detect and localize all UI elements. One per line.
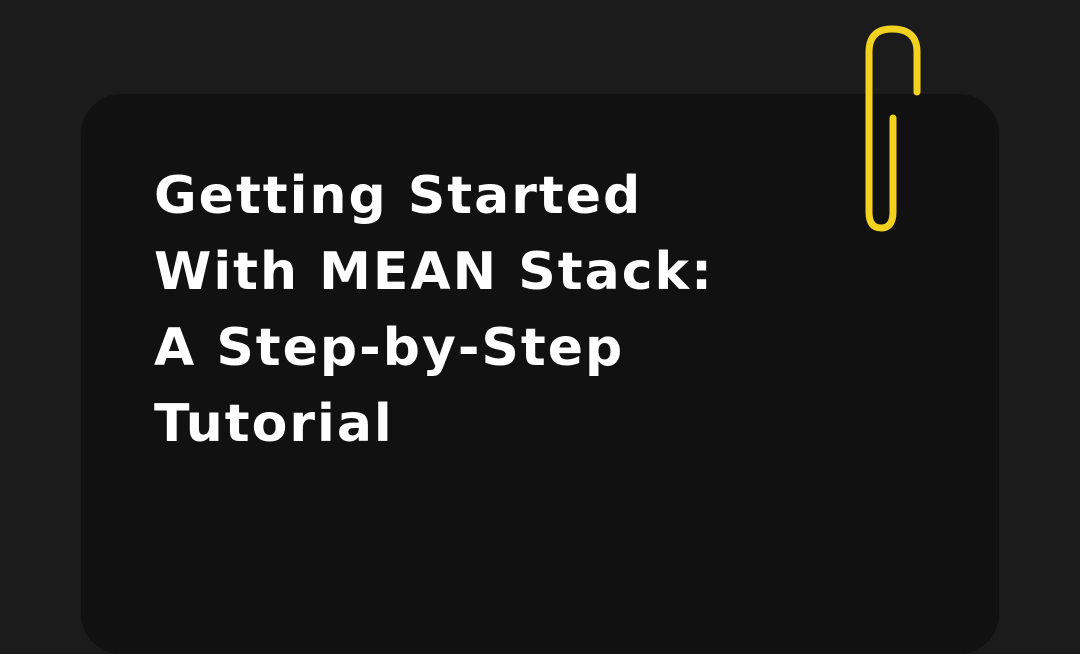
title-line-4: Tutorial bbox=[154, 394, 394, 454]
thumbnail-canvas: { "title": { "lines": [ "Getting Started… bbox=[0, 0, 1080, 654]
page-title: Getting Started With MEAN Stack: A Step-… bbox=[154, 158, 794, 462]
title-line-1: Getting Started bbox=[154, 166, 643, 226]
paperclip-icon bbox=[865, 25, 921, 232]
title-line-2: With MEAN Stack: bbox=[154, 242, 714, 302]
title-line-3: A Step-by-Step bbox=[154, 318, 625, 378]
